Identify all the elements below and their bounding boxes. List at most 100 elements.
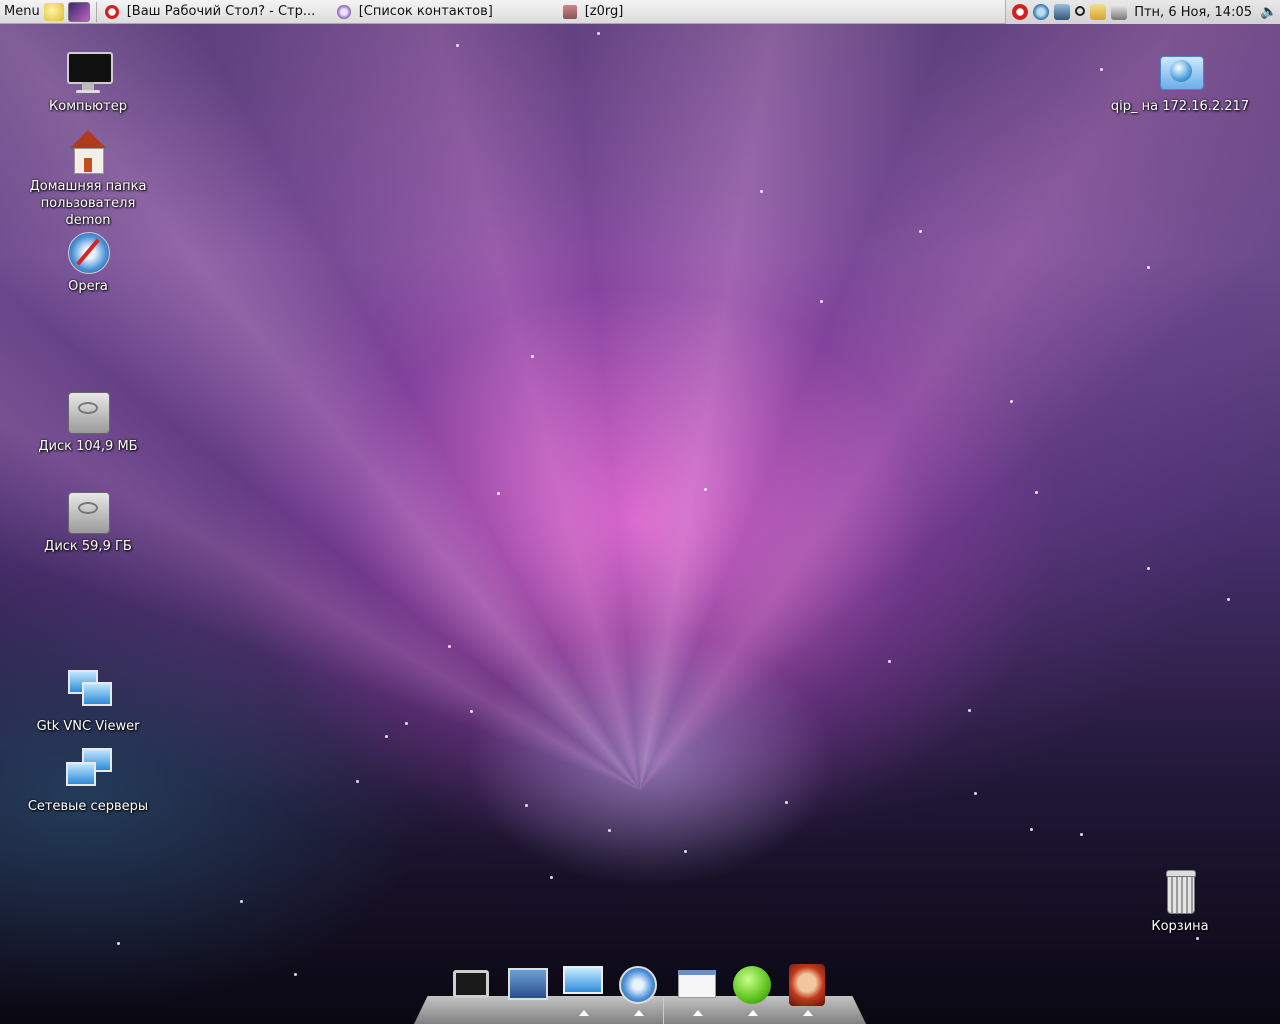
task-contacts[interactable]: [Список контактов] xyxy=(331,1,557,23)
task-terminal[interactable]: [z0rg] xyxy=(557,1,781,23)
trash-icon xyxy=(1156,868,1204,916)
star xyxy=(760,190,763,193)
star xyxy=(550,876,553,879)
qip-icon xyxy=(336,4,351,19)
desktop-icon xyxy=(508,968,548,1000)
star xyxy=(1010,400,1013,403)
desktop-icon-home-folder[interactable]: Домашняя папка пользователя demon xyxy=(18,128,158,229)
star xyxy=(608,829,611,832)
star xyxy=(456,44,459,47)
icon-label: Gtk VNC Viewer xyxy=(36,719,140,734)
desktop-icon-network-servers[interactable]: Сетевые серверы xyxy=(18,748,158,815)
star xyxy=(919,230,922,233)
running-indicator xyxy=(803,1010,813,1016)
icon-label: Диск 59,9 ГБ xyxy=(44,539,132,554)
dock-terminal[interactable] xyxy=(450,964,492,1006)
star xyxy=(1080,833,1083,836)
star xyxy=(294,973,297,976)
task-label: [z0rg] xyxy=(584,4,624,19)
running-indicator xyxy=(693,1010,703,1016)
green-ball-icon xyxy=(733,966,771,1004)
star xyxy=(597,32,600,35)
star xyxy=(1035,491,1038,494)
running-indicator xyxy=(748,1010,758,1016)
star xyxy=(968,709,971,712)
icon-label: Домашняя папка пользователя demon xyxy=(29,179,147,228)
star xyxy=(117,942,120,945)
icon-label: Opera xyxy=(68,279,108,294)
running-indicator xyxy=(634,1010,644,1016)
home-folder-icon xyxy=(64,128,112,176)
icon-label: Компьютер xyxy=(49,99,127,114)
desktop-icon-network-folder[interactable]: qip_ на 172.16.2.217 xyxy=(1110,48,1250,115)
desktop-icon-trash[interactable]: Корзина xyxy=(1110,868,1250,935)
panel-separator xyxy=(95,1,97,22)
monitor-icon xyxy=(563,966,603,994)
icon-label: qip_ на 172.16.2.217 xyxy=(1110,99,1250,114)
opera-tray-icon[interactable] xyxy=(1012,4,1029,20)
star xyxy=(497,492,500,495)
dock-compass[interactable] xyxy=(617,964,659,1016)
star xyxy=(405,722,408,725)
network-connection-icon[interactable] xyxy=(1111,4,1128,20)
notes-launcher-icon[interactable] xyxy=(43,2,64,21)
star xyxy=(974,792,977,795)
opera-browser-icon xyxy=(64,228,112,276)
lock-icon[interactable] xyxy=(1090,4,1107,20)
star xyxy=(820,300,823,303)
task-label: [Ваш Рабочий Стол? - Стр... xyxy=(126,4,316,19)
task-opera[interactable]: [Ваш Рабочий Стол? - Стр... xyxy=(99,1,331,23)
star xyxy=(1100,68,1103,71)
task-label: [Список контактов] xyxy=(358,4,493,19)
opera-icon xyxy=(104,4,119,19)
wallpaper-rays xyxy=(0,0,1280,1024)
desktop-icon-disk-59gb[interactable]: Диск 59,9 ГБ xyxy=(18,488,158,555)
drive-icon xyxy=(64,488,112,536)
computer-icon xyxy=(64,48,113,96)
dock-avatar[interactable] xyxy=(786,964,828,1016)
running-indicator xyxy=(579,1010,589,1016)
volume-icon[interactable]: 🔈 xyxy=(1260,4,1277,20)
star xyxy=(1030,828,1033,831)
dock-monitor[interactable] xyxy=(562,964,604,1016)
dock-desktop[interactable] xyxy=(507,964,549,1006)
network-status-icon[interactable] xyxy=(1033,4,1050,20)
wallpaper-launcher-icon[interactable] xyxy=(67,1,90,22)
network-folder-icon xyxy=(1156,48,1204,96)
dock-green-ball[interactable] xyxy=(731,964,773,1016)
star xyxy=(785,801,788,804)
star xyxy=(531,355,534,358)
terminal-icon xyxy=(453,970,489,998)
desktop-icon-vnc-viewer[interactable]: Gtk VNC Viewer xyxy=(18,668,158,735)
icon-label: Сетевые серверы xyxy=(27,799,149,814)
icon-label: Диск 104,9 МБ xyxy=(38,439,138,454)
star xyxy=(1196,937,1199,940)
avatar-icon xyxy=(789,964,825,1006)
icon-label: Корзина xyxy=(1151,919,1209,934)
dock-separator xyxy=(663,998,664,1024)
desktop-icon-computer[interactable]: Компьютер xyxy=(18,48,158,115)
star xyxy=(240,900,243,903)
vnc-viewer-icon xyxy=(64,668,112,716)
desktop-icon-opera[interactable]: Opera xyxy=(18,228,158,295)
star xyxy=(525,804,528,807)
star xyxy=(684,850,687,853)
star xyxy=(385,735,388,738)
star xyxy=(1147,567,1150,570)
star xyxy=(704,488,707,491)
compass-icon xyxy=(619,966,657,1004)
terminal-icon xyxy=(562,4,577,19)
display-icon[interactable] xyxy=(1054,4,1071,20)
window-icon xyxy=(678,970,716,998)
dock-window[interactable] xyxy=(676,964,718,1016)
search-icon[interactable] xyxy=(1075,5,1086,16)
star xyxy=(448,645,451,648)
star xyxy=(356,780,359,783)
panel-clock[interactable]: Птн, 6 Ноя, 14:05 xyxy=(1134,5,1252,20)
desktop-icon-disk-104mb[interactable]: Диск 104,9 МБ xyxy=(18,388,158,455)
drive-icon xyxy=(64,388,112,436)
star xyxy=(888,660,891,663)
network-servers-icon xyxy=(64,748,112,796)
menu-button[interactable]: Menu xyxy=(0,4,44,19)
star xyxy=(1147,266,1150,269)
